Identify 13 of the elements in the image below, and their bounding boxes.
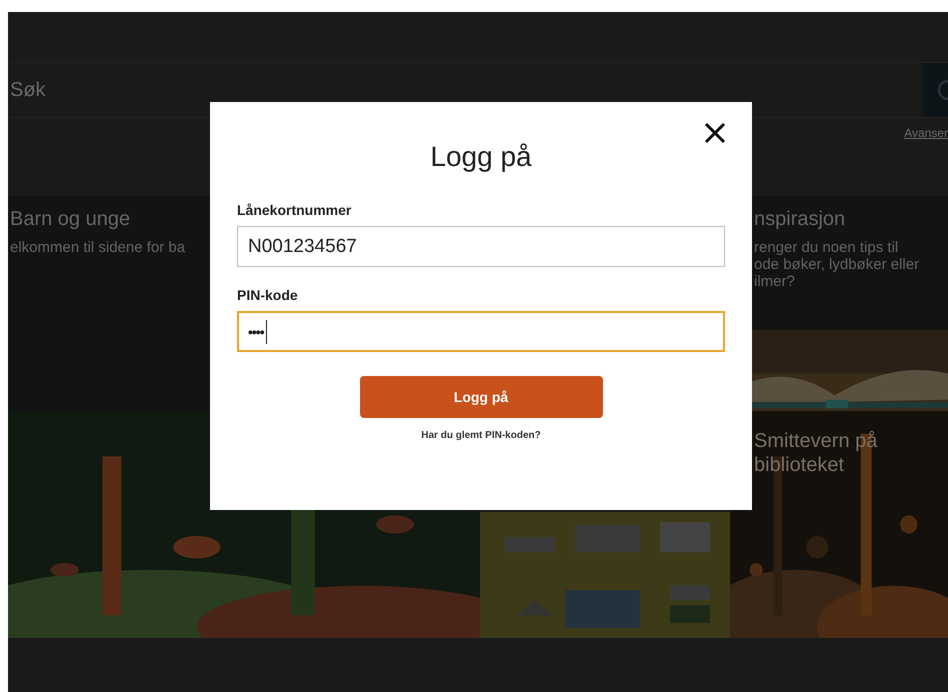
field-label: Lånekortnummer [237,202,352,218]
dialog-title: Logg på [430,140,532,174]
field-label: PIN-kode [237,287,298,303]
close-button[interactable] [704,122,726,144]
login-button[interactable]: Logg på [360,376,602,418]
section-description: elkommen til sidene for ba [10,239,186,256]
section-description: renger du noen tips til ode bøker, lydbøker eller ilmer? [754,239,920,290]
pin-field[interactable]: •••• [237,311,725,352]
close-icon [704,122,726,144]
section-title[interactable]: Barn og unge [10,208,130,231]
card-number-field[interactable]: N001234567 [237,226,725,267]
section-title[interactable]: nspirasjon [754,208,846,231]
advanced-search-link[interactable]: Avanser [904,126,948,140]
